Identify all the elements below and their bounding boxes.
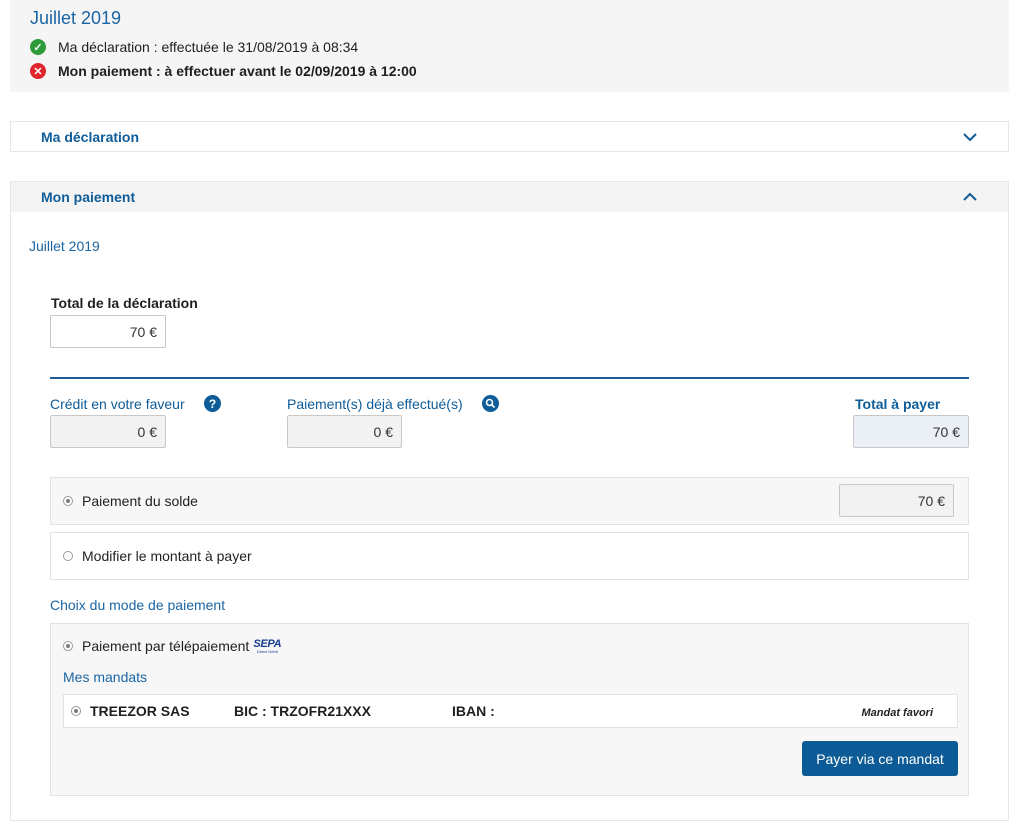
mandate-favorite-badge: Mandat favori <box>861 707 933 719</box>
accordion-payment-header[interactable]: Mon paiement <box>11 182 1008 212</box>
radio-mandate[interactable] <box>71 706 81 716</box>
total-to-pay-value: 70 € <box>853 415 969 448</box>
teleprocessing-label: Paiement par télépaiement <box>82 638 250 654</box>
accordion-payment-title: Mon paiement <box>41 189 136 205</box>
payments-done-value: 0 € <box>287 415 402 448</box>
check-circle-icon: ✓ <box>30 39 46 55</box>
credit-value: 0 € <box>50 415 166 448</box>
section-divider <box>50 377 969 379</box>
accordion-declaration-title: Ma déclaration <box>41 129 140 145</box>
radio-modify-amount[interactable] <box>63 551 73 561</box>
mandate-bic: BIC : TRZOFR21XXX <box>234 703 371 719</box>
sepa-logo-text: SEPA <box>253 637 282 650</box>
declaration-status-text: Ma déclaration : effectuée le 31/08/2019… <box>58 39 359 55</box>
chevron-up-icon[interactable] <box>962 189 978 205</box>
sepa-logo-subtext: Direct Debit <box>256 648 278 654</box>
radio-teleprocessing[interactable] <box>63 641 73 651</box>
total-declaration-value: 70 € <box>50 315 166 348</box>
sepa-logo: SEPA Direct Debit <box>253 637 282 654</box>
period-title: Juillet 2019 <box>30 8 122 28</box>
payment-mode-title: Choix du mode de paiement <box>50 597 226 613</box>
option-balance[interactable]: Paiement du solde <box>50 477 969 525</box>
option-modify-amount[interactable]: Modifier le montant à payer <box>50 532 969 580</box>
mandate-iban: IBAN : <box>452 703 495 719</box>
help-icon[interactable]: ? <box>204 395 221 412</box>
balance-amount: 70 € <box>839 484 954 517</box>
payment-mode-panel: Paiement par télépaiement SEPA Direct De… <box>50 623 969 796</box>
option-modify-label: Modifier le montant à payer <box>82 548 252 564</box>
mandate-name: TREEZOR SAS <box>90 703 190 719</box>
mandate-row[interactable]: TREEZOR SAS BIC : TRZOFR21XXX IBAN : Man… <box>63 694 958 728</box>
accordion-declaration: Ma déclaration <box>10 121 1009 152</box>
error-circle-icon: ✕ <box>30 63 46 79</box>
credit-label: Crédit en votre faveur <box>50 396 185 412</box>
payment-status-text: Mon paiement : à effectuer avant le 02/0… <box>58 63 417 79</box>
payment-period: Juillet 2019 <box>29 238 100 254</box>
option-balance-label: Paiement du solde <box>82 493 198 509</box>
radio-balance[interactable] <box>63 496 73 506</box>
total-declaration-label: Total de la déclaration <box>51 295 198 311</box>
declaration-status: ✓ Ma déclaration : effectuée le 31/08/20… <box>30 39 358 55</box>
payment-status: ✕ Mon paiement : à effectuer avant le 02… <box>30 63 417 79</box>
accordion-declaration-header[interactable]: Ma déclaration <box>11 122 1008 152</box>
total-to-pay-label: Total à payer <box>855 396 941 412</box>
search-icon[interactable] <box>482 395 499 412</box>
pay-via-mandate-button[interactable]: Payer via ce mandat <box>802 741 958 776</box>
payments-done-label: Paiement(s) déjà effectué(s) <box>287 396 463 412</box>
chevron-down-icon[interactable] <box>962 129 978 145</box>
teleprocessing-option[interactable]: Paiement par télépaiement SEPA Direct De… <box>63 637 282 654</box>
mandates-title: Mes mandats <box>63 669 148 685</box>
